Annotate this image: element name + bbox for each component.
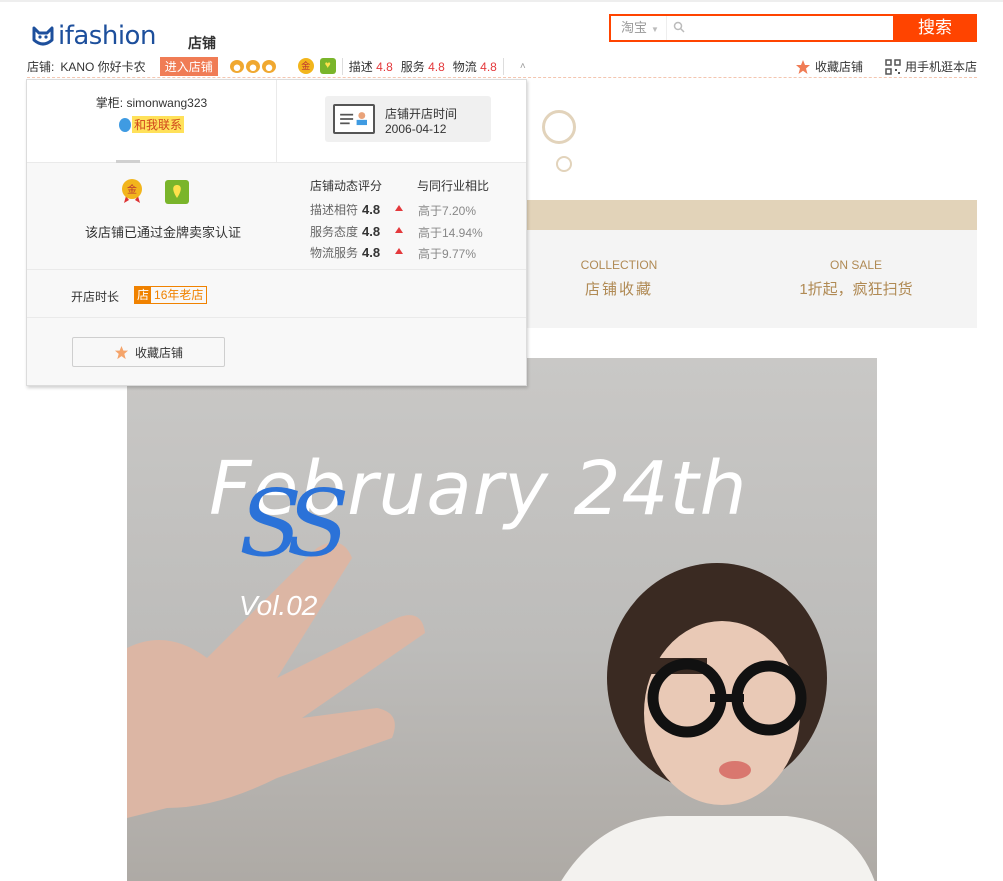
gold-seller-icon[interactable]: 金 — [297, 58, 314, 74]
dsr-item: 描述 4.8 — [349, 58, 393, 75]
chevron-up-icon[interactable]: ˄ — [520, 61, 526, 72]
dsr-row: 描述相符 4.8 — [310, 201, 380, 218]
up-arrow-icon — [395, 248, 403, 254]
dsr-row: 物流服务 4.8 — [310, 244, 380, 261]
compare-header: 与同行业相比 — [417, 179, 490, 193]
nav-cn-label: 1折起，疯狂扫货 — [799, 281, 913, 298]
cat-logo-icon — [32, 26, 54, 46]
shop-age-label: 开店时长 — [71, 290, 120, 304]
crown-icon — [261, 59, 276, 73]
shop-prefix: 店铺: — [27, 59, 55, 74]
divider-mark — [116, 160, 140, 163]
dsr-summary[interactable]: 描述 4.8 服务 4.8 物流 4.8 — [341, 57, 504, 75]
favorite-shop-label: 收藏店铺 — [815, 60, 864, 74]
nav-on-sale[interactable]: ON SALE 1折起，疯狂扫货 — [776, 258, 936, 299]
hero-banner-image[interactable]: February 24th SS Vol.02 — [127, 358, 877, 881]
chat-icon — [119, 117, 131, 132]
certification-text: 该店铺已通过金牌卖家认证 — [85, 225, 242, 240]
nav-en-label: ON SALE — [829, 258, 883, 272]
favorite-shop-button[interactable]: 收藏店铺 — [72, 337, 225, 367]
ifashion-logo[interactable]: ifashion — [32, 21, 156, 51]
shop-age-text: 16年老店 — [154, 288, 204, 302]
model-photo — [561, 563, 875, 881]
decor-circle — [556, 156, 572, 172]
shop-info-bar: 店铺: KANO 你好卡农 进入店铺 金 ♥ 描述 4.8 服务 4.8 物流 … — [27, 56, 526, 76]
favorite-shop-link[interactable]: 收藏店铺 — [795, 58, 863, 75]
id-card-icon — [333, 104, 375, 134]
dsr-item: 物流 4.8 — [453, 58, 497, 75]
dsr-compare: 高于7.20% — [418, 204, 477, 218]
svg-text:金: 金 — [127, 183, 137, 196]
dsr-value: 4.8 — [428, 59, 445, 74]
open-time-card: 店铺开店时间 2006-04-12 — [325, 96, 491, 142]
search-input[interactable] — [691, 18, 895, 40]
mobile-shop-label: 用手机逛本店 — [905, 60, 978, 74]
crown-icon — [245, 59, 260, 73]
crown-icon — [229, 59, 244, 73]
shop-keeper: 掌柜: simonwang323 — [27, 94, 276, 111]
shop-age-badge: 店 16年老店 — [134, 286, 208, 304]
dsr-row-score: 4.8 — [362, 224, 381, 239]
nav-en-label: COLLECTION — [580, 258, 658, 272]
dsr-row-score: 4.8 — [362, 202, 381, 217]
dsr-item: 服务 4.8 — [401, 58, 445, 75]
dsr-label: 物流 — [452, 59, 477, 74]
dsr-value: 4.8 — [376, 59, 393, 74]
dsr-label: 描述 — [348, 59, 373, 74]
contact-me-button[interactable]: 和我联系 — [119, 116, 185, 133]
keeper-name[interactable]: simonwang323 — [126, 96, 207, 110]
shop-name[interactable]: KANO 你好卡农 — [60, 58, 145, 75]
open-time-label: 店铺开店时间 — [385, 107, 458, 121]
nav-cn-label: 店铺收藏 — [584, 281, 653, 298]
search-scope-select[interactable]: 淘宝 ▼ — [611, 16, 667, 40]
open-date: 2006-04-12 — [385, 122, 447, 136]
up-arrow-icon — [395, 227, 403, 233]
page-section-title: 店铺 — [188, 35, 216, 51]
dsr-label: 服务 — [400, 59, 425, 74]
dsr-value: 4.8 — [480, 59, 497, 74]
nav-collection[interactable]: COLLECTION 店铺收藏 — [539, 258, 699, 299]
logo-text: ifashion — [58, 21, 156, 51]
keeper-label: 掌柜: — [95, 96, 124, 110]
top-border — [0, 0, 1003, 2]
shop-info-popup: 掌柜: simonwang323 和我联系 店铺开店时间 2006-04-12 … — [26, 79, 527, 386]
header-divider — [27, 77, 977, 78]
star-icon — [114, 345, 129, 359]
search-icon — [673, 21, 685, 33]
contact-me-label: 和我联系 — [132, 116, 185, 133]
enter-shop-button[interactable]: 进入店铺 — [159, 56, 218, 76]
chevron-down-icon: ▼ — [651, 25, 659, 34]
dsr-row-score: 4.8 — [362, 245, 381, 260]
dsr-row: 服务态度 4.8 — [310, 223, 380, 240]
mobile-shop-link[interactable]: 用手机逛本店 — [885, 58, 977, 75]
dsr-compare: 高于9.77% — [418, 247, 477, 261]
favorite-shop-button-label: 收藏店铺 — [134, 345, 183, 360]
dsr-row-label: 服务态度 — [310, 225, 359, 239]
decor-circle — [542, 110, 576, 144]
dsr-row-label: 描述相符 — [310, 203, 359, 217]
popup-divider — [276, 80, 277, 162]
gold-medal-icon: 金 — [122, 179, 142, 203]
search-scope-label: 淘宝 — [621, 20, 648, 35]
up-arrow-icon — [395, 205, 403, 211]
search-button[interactable]: 搜索 — [893, 14, 977, 42]
protection-badge-icon — [165, 180, 189, 204]
star-icon — [796, 59, 810, 74]
hero-ss-text: SS — [239, 470, 350, 577]
consumer-protection-icon[interactable]: ♥ — [319, 58, 336, 74]
hero-vol-text: Vol.02 — [239, 590, 318, 621]
qr-code-icon — [885, 58, 901, 75]
dsr-row-label: 物流服务 — [310, 246, 359, 260]
dsr-header: 店铺动态评分 — [310, 179, 383, 193]
shop-age-icon: 店 — [135, 287, 152, 303]
dsr-compare: 高于14.94% — [418, 226, 483, 240]
